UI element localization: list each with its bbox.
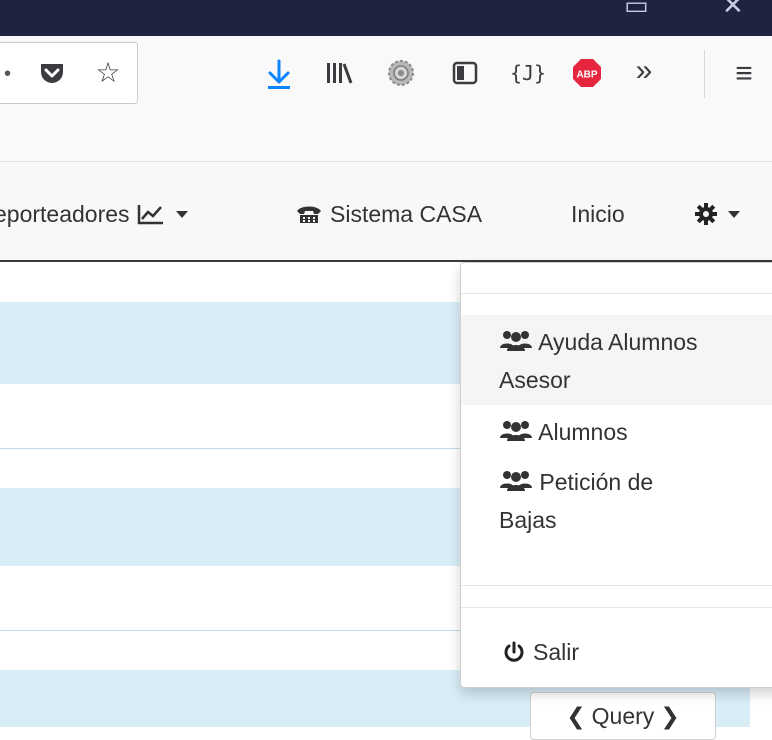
menu-item-peticion-de-bajas[interactable]: Petición de Bajas [461,463,772,547]
users-icon [500,331,532,351]
dropdown-divider [461,293,772,294]
pocket-icon[interactable] [38,60,66,88]
chevron-down-icon [175,210,188,218]
nav-inicio-label: Inicio [571,200,625,227]
users-icon [500,471,532,491]
abp-label: ABP [576,70,597,81]
menu-item-alumnos[interactable]: Alumnos [461,413,772,453]
nav-sistema-casa[interactable]: Sistema CASA [294,196,482,232]
restore-icon[interactable]: ▭ [624,0,649,21]
hamburger-menu-icon[interactable]: ≡ [724,54,764,94]
library-icon[interactable] [322,56,356,90]
nav-settings-dropdown[interactable] [694,196,740,232]
menu-item-label: Alumnos [538,419,628,445]
chevron-left-icon: ❮ [566,703,586,729]
download-icon[interactable] [262,56,296,92]
dropdown-divider [461,585,772,586]
line-chart-icon [137,205,163,225]
bookmarks-bar [0,108,772,162]
adblock-plus-icon[interactable]: ABP [570,56,604,90]
dropdown-divider [461,607,772,608]
nav-reporteadores-label: eporteadores [0,200,130,227]
menu-item-label: Bajas [499,507,557,533]
query-button[interactable]: ❮ Query ❯ [530,692,716,740]
phone-icon [297,206,321,223]
close-icon[interactable]: ✕ [722,0,744,21]
menu-item-salir[interactable]: Salir [461,633,772,673]
overflow-chevrons-icon[interactable]: » [624,52,664,90]
menu-item-ayuda-alumnos-asesor[interactable]: Ayuda Alumnos Asesor [461,315,772,405]
toolbar-separator [704,50,705,98]
window-titlebar: ▭ ✕ [0,0,772,36]
extension-gear-icon[interactable] [384,56,418,90]
menu-item-label: Ayuda Alumnos [538,329,698,355]
menu-item-label: Asesor [499,367,571,393]
chevron-right-icon: ❯ [660,703,680,729]
url-ellipsis-icon: • [4,63,12,85]
json-viewer-icon[interactable]: {J} [510,56,546,90]
users-icon [500,421,532,441]
power-icon [504,641,524,662]
sidebar-icon[interactable] [450,58,480,88]
nav-sistema-casa-label: Sistema CASA [330,200,483,227]
nav-inicio[interactable]: Inicio [571,196,625,232]
settings-dropdown-menu: Ayuda Alumnos Asesor Alumnos Petición de… [460,262,772,688]
menu-item-label: Salir [533,639,580,665]
menu-item-label: Petición de [539,469,654,495]
nav-reporteadores-dropdown[interactable]: eporteadores [0,196,188,232]
query-button-label: Query [591,703,655,729]
chevron-down-icon [728,210,740,218]
gear-icon [695,203,717,225]
star-icon[interactable]: ☆ [92,56,124,88]
